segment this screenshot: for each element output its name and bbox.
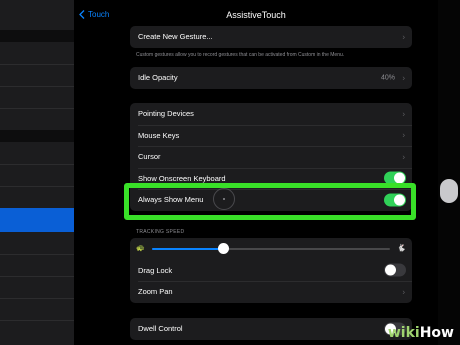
slider-thumb[interactable] [218,243,230,254]
dwell-control-row: Dwell Control [130,318,412,340]
idle-group: Idle Opacity 40% › [130,67,412,89]
sidebar-divider [0,64,74,65]
chevron-right-icon: › [402,73,405,83]
gestures-group: Create New Gesture... › [130,26,412,48]
cursor-row[interactable]: Cursor › [130,146,412,168]
sidebar-item-accessibility[interactable] [0,208,74,232]
tracking-group: 🐢 🐇 Drag Lock Zoom Pan › [130,238,412,303]
idle-opacity-row[interactable]: Idle Opacity 40% › [130,67,412,89]
toggle-knob [385,264,396,276]
drag-lock-toggle[interactable] [384,263,406,277]
sidebar-divider [0,254,74,255]
assistivetouch-button[interactable] [440,179,458,203]
show-onscreen-keyboard-label: Show Onscreen Keyboard [138,173,226,183]
settings-pane: Touch AssistiveTouch Create New Gesture.… [74,0,438,345]
watermark-how: How [419,325,454,341]
tracking-speed-slider[interactable] [152,243,390,254]
page-title: AssistiveTouch [226,10,286,20]
sidebar-divider [0,320,74,321]
chevron-right-icon: › [402,109,405,119]
tortoise-icon: 🐢 [136,245,145,252]
hare-icon: 🐇 [397,245,406,252]
drag-lock-label: Drag Lock [138,265,173,275]
sidebar-group [0,142,74,208]
wikihow-watermark: wikiHow [388,325,454,341]
right-edge [438,0,460,345]
sidebar-divider [0,276,74,277]
sidebar-divider [0,164,74,165]
chevron-right-icon: › [402,130,405,140]
zoom-pan-label: Zoom Pan [138,287,173,297]
sidebar-divider [0,108,74,109]
mouse-keys-label: Mouse Keys [138,130,180,140]
zoom-pan-row[interactable]: Zoom Pan › [130,281,412,303]
sidebar-group [0,232,74,345]
gestures-footer: Custom gestures allow you to record gest… [136,52,345,58]
idle-opacity-value: 40% [380,74,395,82]
sidebar-divider [0,186,74,187]
idle-opacity-label: Idle Opacity [138,73,178,83]
dwell-control-label: Dwell Control [138,324,183,334]
sidebar [0,0,74,345]
tracking-speed-row: 🐢 🐇 [130,238,412,260]
dwell-group: Dwell Control [130,318,412,340]
pointing-devices-row[interactable]: Pointing Devices › [130,103,412,125]
create-gesture-label: Create New Gesture... [138,32,213,42]
slider-fill [152,248,224,250]
create-gesture-row[interactable]: Create New Gesture... › [130,26,412,48]
cursor-label: Cursor [138,152,161,162]
mouse-keys-row[interactable]: Mouse Keys › [130,124,412,147]
sidebar-divider [0,86,74,87]
chevron-right-icon: › [402,152,405,162]
tracking-speed-header: TRACKING SPEED [136,229,185,235]
sidebar-divider [0,298,74,299]
drag-lock-row: Drag Lock [130,260,412,282]
chevron-right-icon: › [402,32,405,42]
annotation-highlight-box [124,183,416,220]
watermark-wiki: wiki [387,325,420,341]
pointing-devices-label: Pointing Devices [138,109,194,119]
chevron-right-icon: › [402,287,405,297]
sidebar-header [0,0,74,30]
